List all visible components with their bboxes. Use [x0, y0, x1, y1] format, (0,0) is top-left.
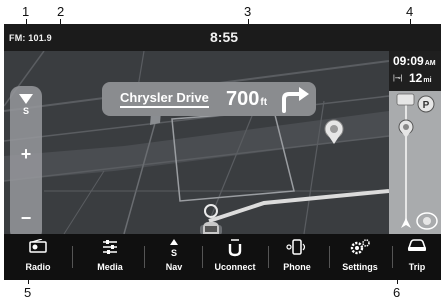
- distance-remaining-value: 12: [409, 71, 423, 85]
- distance-remaining: 12mi: [409, 71, 432, 85]
- turn-right-arrow-icon: [278, 85, 312, 113]
- vehicle-position-icon: [401, 218, 411, 228]
- nav-radio-label: Radio: [25, 262, 51, 272]
- nav-uconnect-button[interactable]: Uconnect: [207, 234, 263, 280]
- route-poi-marker-icon: [398, 119, 414, 138]
- nav-trip-label: Trip: [408, 262, 426, 272]
- turn-distance: 700ft: [226, 88, 267, 111]
- turn-instruction-banner: Chrysler Drive 700ft: [102, 82, 316, 116]
- nav-nav-button[interactable]: S Nav: [152, 234, 196, 280]
- radio-icon: [14, 239, 62, 253]
- bottom-nav-bar: Radio Media S Nav Uconnect Phone Setting…: [4, 234, 441, 280]
- zoom-out-button[interactable]: −: [10, 208, 42, 229]
- navigation-map[interactable]: Chrysler Drive 700ft S + − ···: [4, 50, 390, 267]
- nav-media-label: Media: [97, 262, 123, 272]
- destination-marker-icon: [416, 212, 438, 230]
- parking-icon: P: [417, 95, 435, 113]
- media-icon: [84, 239, 136, 255]
- nav-media-button[interactable]: Media: [84, 234, 136, 280]
- nav-settings-label: Settings: [342, 262, 378, 272]
- toll-icon: [396, 93, 415, 106]
- compass-arrow-icon: [19, 94, 33, 104]
- settings-icon: [333, 239, 387, 255]
- eta-box[interactable]: 09:09AM |⊸| 12mi: [389, 51, 441, 91]
- turn-distance-unit: ft: [260, 97, 268, 108]
- eta-time-value: 09:09: [393, 54, 424, 68]
- route-poi-icons: P: [396, 93, 438, 230]
- compass-button[interactable]: S: [10, 94, 42, 120]
- nav-separator: [202, 246, 203, 268]
- compass-heading: S: [22, 106, 29, 116]
- nav-separator: [144, 246, 145, 268]
- callout-2: 2: [57, 4, 65, 19]
- nav-phone-button[interactable]: Phone: [272, 234, 322, 280]
- nav-radio-button[interactable]: Radio: [14, 234, 62, 280]
- distance-remaining-unit: mi: [423, 77, 432, 84]
- nav-icon: S: [152, 239, 196, 257]
- status-bar: FM: 101.9 8:55: [4, 24, 441, 51]
- callout-4: 4: [406, 4, 414, 19]
- zoom-control: S + −: [10, 86, 42, 241]
- head-unit-screen: FM: 101.9 8:55 Chrysler Drive 700ft S + …: [4, 24, 441, 280]
- radio-status[interactable]: FM: 101.9: [9, 33, 52, 43]
- map-graphics: [4, 50, 390, 246]
- nav-uconnect-label: Uconnect: [214, 262, 256, 272]
- uconnect-icon: [207, 239, 263, 257]
- callout-5: 5: [24, 285, 32, 300]
- zoom-in-button[interactable]: +: [10, 144, 42, 165]
- nav-separator: [72, 246, 73, 268]
- clock: 8:55: [210, 29, 239, 45]
- eta-time: 09:09AM: [393, 54, 436, 68]
- street-name: Chrysler Drive: [120, 90, 209, 108]
- nav-phone-label: Phone: [283, 262, 311, 272]
- nav-separator: [329, 246, 330, 268]
- nav-separator: [268, 246, 269, 268]
- svg-text:S: S: [171, 248, 177, 257]
- nav-settings-button[interactable]: Settings: [333, 234, 387, 280]
- nav-trip-button[interactable]: Trip: [396, 234, 438, 280]
- phone-icon: [272, 239, 322, 255]
- distance-remaining-icon: |⊸|: [393, 75, 403, 82]
- eta-ampm: AM: [424, 60, 436, 67]
- svg-text:P: P: [423, 100, 430, 111]
- nav-nav-label: Nav: [165, 262, 183, 272]
- callout-3: 3: [244, 4, 252, 19]
- turn-distance-value: 700: [226, 88, 260, 110]
- nav-separator: [392, 246, 393, 268]
- trip-icon: [396, 239, 438, 253]
- callout-6: 6: [393, 285, 401, 300]
- callout-1: 1: [22, 4, 30, 19]
- route-info-panel: 09:09AM |⊸| 12mi P: [389, 51, 441, 234]
